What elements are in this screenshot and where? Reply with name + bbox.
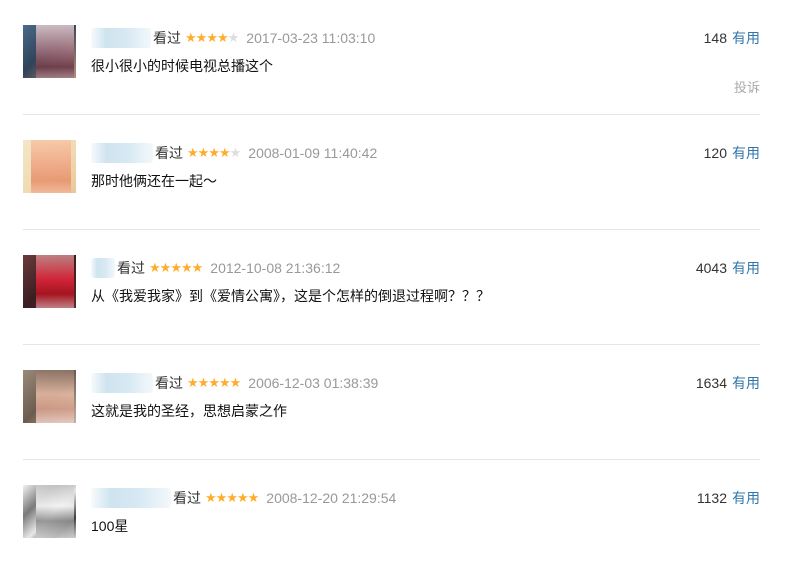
rating-action: 看过: [173, 490, 201, 506]
star-icon: ★: [185, 30, 197, 45]
comment-item: 看过 ★★★★★ 2017-03-23 11:03:10 148 有用 很小很小的…: [23, 0, 760, 115]
username-link[interactable]: [91, 258, 115, 278]
star-icon: ★: [180, 260, 193, 275]
avatar-mosaic: [36, 370, 74, 423]
rating-stars: ★★★★★: [205, 488, 260, 508]
avatar-mosaic: [36, 25, 74, 78]
vote-area: 148 有用: [704, 28, 760, 48]
star-icon: ★: [247, 490, 260, 505]
rating-stars: ★★★★★: [187, 143, 242, 163]
rating-stars: ★★★★★: [187, 373, 242, 393]
comment-meta: 看过 ★★★★★ 2012-10-08 21:36:12: [91, 258, 340, 278]
rating-stars: ★★★★★: [149, 258, 204, 278]
star-icon: ★: [215, 490, 228, 505]
comment-item: 看过 ★★★★★ 2008-01-09 11:40:42 120 有用 那时他俩还…: [23, 115, 760, 230]
vote-area: 120 有用: [704, 143, 760, 163]
comment-text: 很小很小的时候电视总播这个: [91, 58, 273, 74]
star-icon: ★: [226, 490, 238, 505]
vote-count: 120: [703, 145, 727, 161]
star-empty-icon: ★: [229, 145, 242, 160]
comment-text: 从《我爱我家》到《爱情公寓》，这是个怎样的倒退过程啊？？？: [91, 288, 490, 304]
rating-action: 看过: [155, 375, 183, 391]
comment-time: 2008-01-09 11:40:42: [248, 145, 378, 161]
avatar[interactable]: [23, 25, 76, 78]
rating-stars: ★★★★★: [185, 28, 240, 48]
comment-item: 看过 ★★★★★ 2006-12-03 01:38:39 1634 有用 这就是我…: [23, 345, 760, 460]
useful-button[interactable]: 有用: [732, 490, 760, 506]
username-link[interactable]: [91, 143, 153, 163]
avatar-mosaic: [36, 485, 74, 538]
username-link[interactable]: [91, 28, 151, 48]
avatar-mosaic: [31, 140, 71, 193]
vote-area: 4043 有用: [696, 258, 760, 278]
avatar[interactable]: [23, 255, 76, 308]
comment-item: 看过 ★★★★★ 2008-12-20 21:29:54 1132 有用 100星: [23, 460, 760, 574]
vote-area: 1634 有用: [696, 373, 760, 393]
star-icon: ★: [208, 375, 220, 390]
comment-meta: 看过 ★★★★★ 2006-12-03 01:38:39: [91, 373, 378, 393]
useful-button[interactable]: 有用: [732, 145, 760, 161]
star-icon: ★: [195, 30, 208, 45]
star-icon: ★: [229, 375, 242, 390]
star-icon: ★: [170, 260, 182, 275]
avatar[interactable]: [23, 370, 76, 423]
comment-meta: 看过 ★★★★★ 2008-12-20 21:29:54: [91, 488, 396, 508]
star-icon: ★: [191, 260, 204, 275]
vote-area: 1132 有用: [697, 488, 760, 508]
comment-list: 看过 ★★★★★ 2017-03-23 11:03:10 148 有用 很小很小的…: [23, 0, 760, 574]
star-icon: ★: [218, 145, 231, 160]
useful-button[interactable]: 有用: [732, 30, 760, 46]
star-icon: ★: [208, 145, 220, 160]
star-icon: ★: [187, 145, 199, 160]
username-link[interactable]: [91, 373, 153, 393]
username-link[interactable]: [91, 488, 171, 508]
comment-time: 2006-12-03 01:38:39: [248, 375, 379, 391]
avatar-mosaic: [36, 255, 74, 308]
star-empty-icon: ★: [227, 30, 240, 45]
star-icon: ★: [187, 375, 199, 390]
star-icon: ★: [206, 30, 218, 45]
star-icon: ★: [159, 260, 172, 275]
vote-count: 4043: [695, 260, 727, 276]
comment-text: 那时他俩还在一起～: [91, 173, 217, 189]
comment-item: 看过 ★★★★★ 2012-10-08 21:36:12 4043 有用 从《我爱…: [23, 230, 760, 345]
star-icon: ★: [149, 260, 161, 275]
rating-action: 看过: [153, 30, 181, 46]
star-icon: ★: [197, 375, 210, 390]
comment-text: 这就是我的圣经，思想启蒙之作: [91, 403, 287, 419]
star-icon: ★: [218, 375, 231, 390]
avatar[interactable]: [23, 140, 76, 193]
vote-count: 148: [703, 30, 727, 46]
star-icon: ★: [216, 30, 229, 45]
comment-meta: 看过 ★★★★★ 2017-03-23 11:03:10: [91, 28, 375, 48]
star-icon: ★: [236, 490, 249, 505]
vote-count: 1634: [695, 375, 727, 391]
useful-button[interactable]: 有用: [732, 375, 760, 391]
rating-action: 看过: [117, 260, 145, 276]
comment-time: 2012-10-08 21:36:12: [210, 260, 341, 276]
comment-text: 100星: [91, 518, 129, 534]
report-button[interactable]: 投诉: [734, 79, 760, 97]
star-icon: ★: [205, 490, 217, 505]
comment-time: 2008-12-20 21:29:54: [266, 490, 397, 506]
comment-time: 2017-03-23 11:03:10: [246, 30, 376, 46]
useful-button[interactable]: 有用: [732, 260, 760, 276]
rating-action: 看过: [155, 145, 183, 161]
star-icon: ★: [197, 145, 210, 160]
comment-meta: 看过 ★★★★★ 2008-01-09 11:40:42: [91, 143, 377, 163]
avatar[interactable]: [23, 485, 76, 538]
vote-count: 1132: [696, 490, 727, 506]
